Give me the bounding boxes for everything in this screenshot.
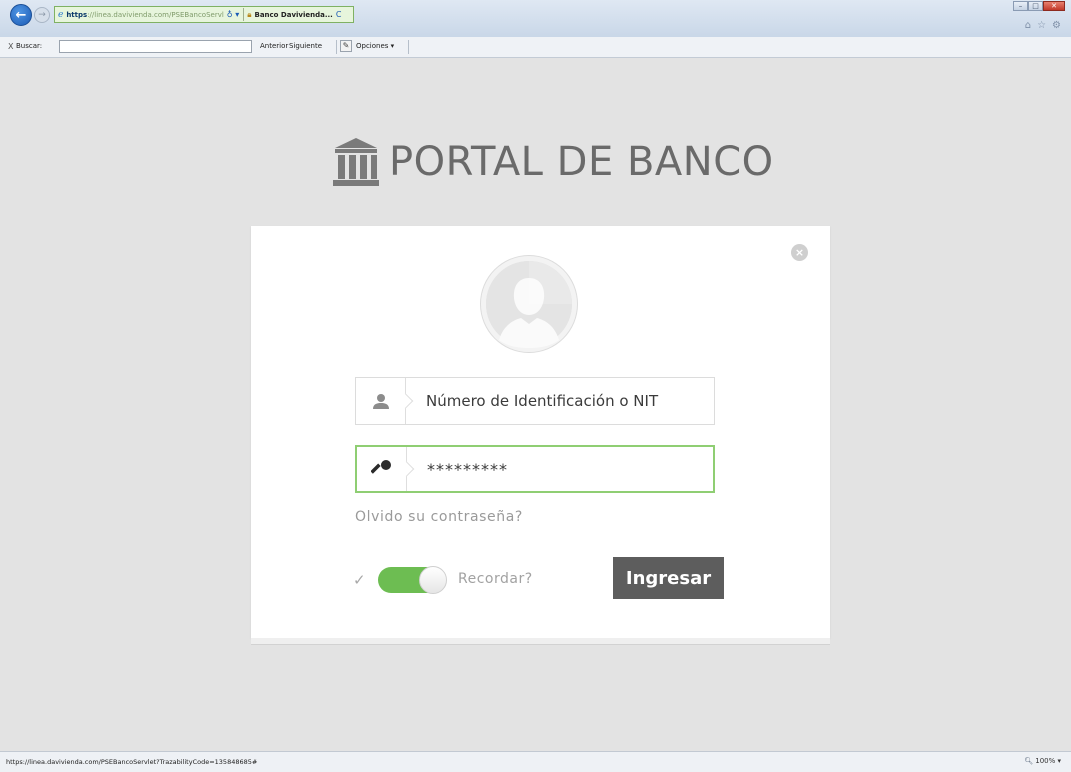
pencil-icon[interactable]: ✎ — [340, 40, 352, 52]
maximize-button[interactable]: □ — [1028, 1, 1043, 11]
refresh-icon[interactable]: C — [336, 10, 342, 19]
close-icon[interactable]: × — [791, 244, 808, 261]
login-button[interactable]: Ingresar — [613, 557, 724, 599]
url-text: ://linea.davivienda.com/PSEBancoServl — [87, 10, 224, 19]
find-next-button[interactable]: Siguiente — [289, 42, 322, 50]
find-options-button[interactable]: Opciones ▾ — [356, 42, 394, 50]
zoom-icon: 🔍︎ — [1024, 757, 1034, 765]
forward-arrow-icon[interactable]: → — [34, 7, 50, 23]
id-input[interactable] — [426, 392, 696, 410]
toggle-knob[interactable] — [419, 566, 447, 594]
status-url: https://linea.davivienda.com/PSEBancoSer… — [6, 758, 258, 766]
page-title: PORTAL DE BANCO — [389, 139, 774, 185]
key-icon — [357, 447, 407, 491]
favorites-star-icon[interactable]: ☆ — [1037, 20, 1046, 31]
browser-toolbar-icons: ⌂ ☆ ⚙ — [1025, 20, 1061, 31]
chevron-down-icon[interactable]: ▾ — [1057, 757, 1061, 765]
find-label: Buscar: — [16, 42, 43, 50]
tab-title[interactable]: Banco Davivienda... — [254, 11, 332, 19]
back-arrow-icon[interactable]: ← — [10, 4, 32, 26]
ie-page-icon: ℯ — [58, 9, 64, 20]
login-card: × Número de Identificación o NIT *******… — [251, 226, 830, 638]
window-controls: – □ ✕ — [1013, 1, 1065, 11]
address-bar[interactable]: ℯ https ://linea.davivienda.com/PSEBanco… — [54, 6, 354, 23]
lock-icon[interactable]: 🔒︎ — [247, 10, 251, 20]
user-icon — [356, 378, 406, 424]
card-shadow — [251, 638, 830, 645]
brand-header: PORTAL DE BANCO — [331, 138, 774, 186]
avatar — [481, 256, 577, 352]
zoom-control[interactable]: 🔍︎ 100% ▾ — [1024, 757, 1061, 765]
browser-titlebar: ← → ℯ https ://linea.davivienda.com/PSEB… — [0, 0, 1071, 38]
url-protocol: https — [66, 10, 88, 19]
gear-icon[interactable]: ⚙ — [1052, 20, 1061, 31]
page-content: PORTAL DE BANCO × Número de Identificaci… — [8, 58, 1063, 751]
find-close-icon[interactable]: X — [8, 42, 13, 51]
find-previous-button[interactable]: Anterior — [260, 42, 288, 50]
zoom-level: 100% — [1035, 757, 1056, 765]
home-icon[interactable]: ⌂ — [1025, 20, 1031, 31]
status-bar: https://linea.davivienda.com/PSEBancoSer… — [0, 751, 1071, 772]
password-field[interactable] — [355, 445, 715, 493]
bank-building-icon — [333, 138, 379, 186]
minimize-button[interactable]: – — [1013, 1, 1028, 11]
remember-toggle[interactable] — [378, 566, 447, 594]
user-silhouette-icon — [486, 261, 572, 348]
divider — [408, 40, 409, 54]
find-input[interactable] — [59, 40, 252, 53]
divider — [336, 40, 337, 54]
check-icon: ✓ — [353, 571, 366, 589]
find-bar: X Buscar: Anterior Siguiente ✎ Opciones … — [0, 37, 1071, 58]
close-window-button[interactable]: ✕ — [1043, 1, 1065, 11]
divider — [243, 8, 245, 21]
password-input[interactable] — [427, 459, 697, 479]
remember-label: Recordar? — [458, 571, 533, 587]
forgot-password-link[interactable]: Olvido su contraseña? — [355, 509, 523, 525]
id-field[interactable] — [355, 377, 715, 425]
search-dropdown-icon[interactable]: ♁ ▾ — [227, 10, 239, 19]
